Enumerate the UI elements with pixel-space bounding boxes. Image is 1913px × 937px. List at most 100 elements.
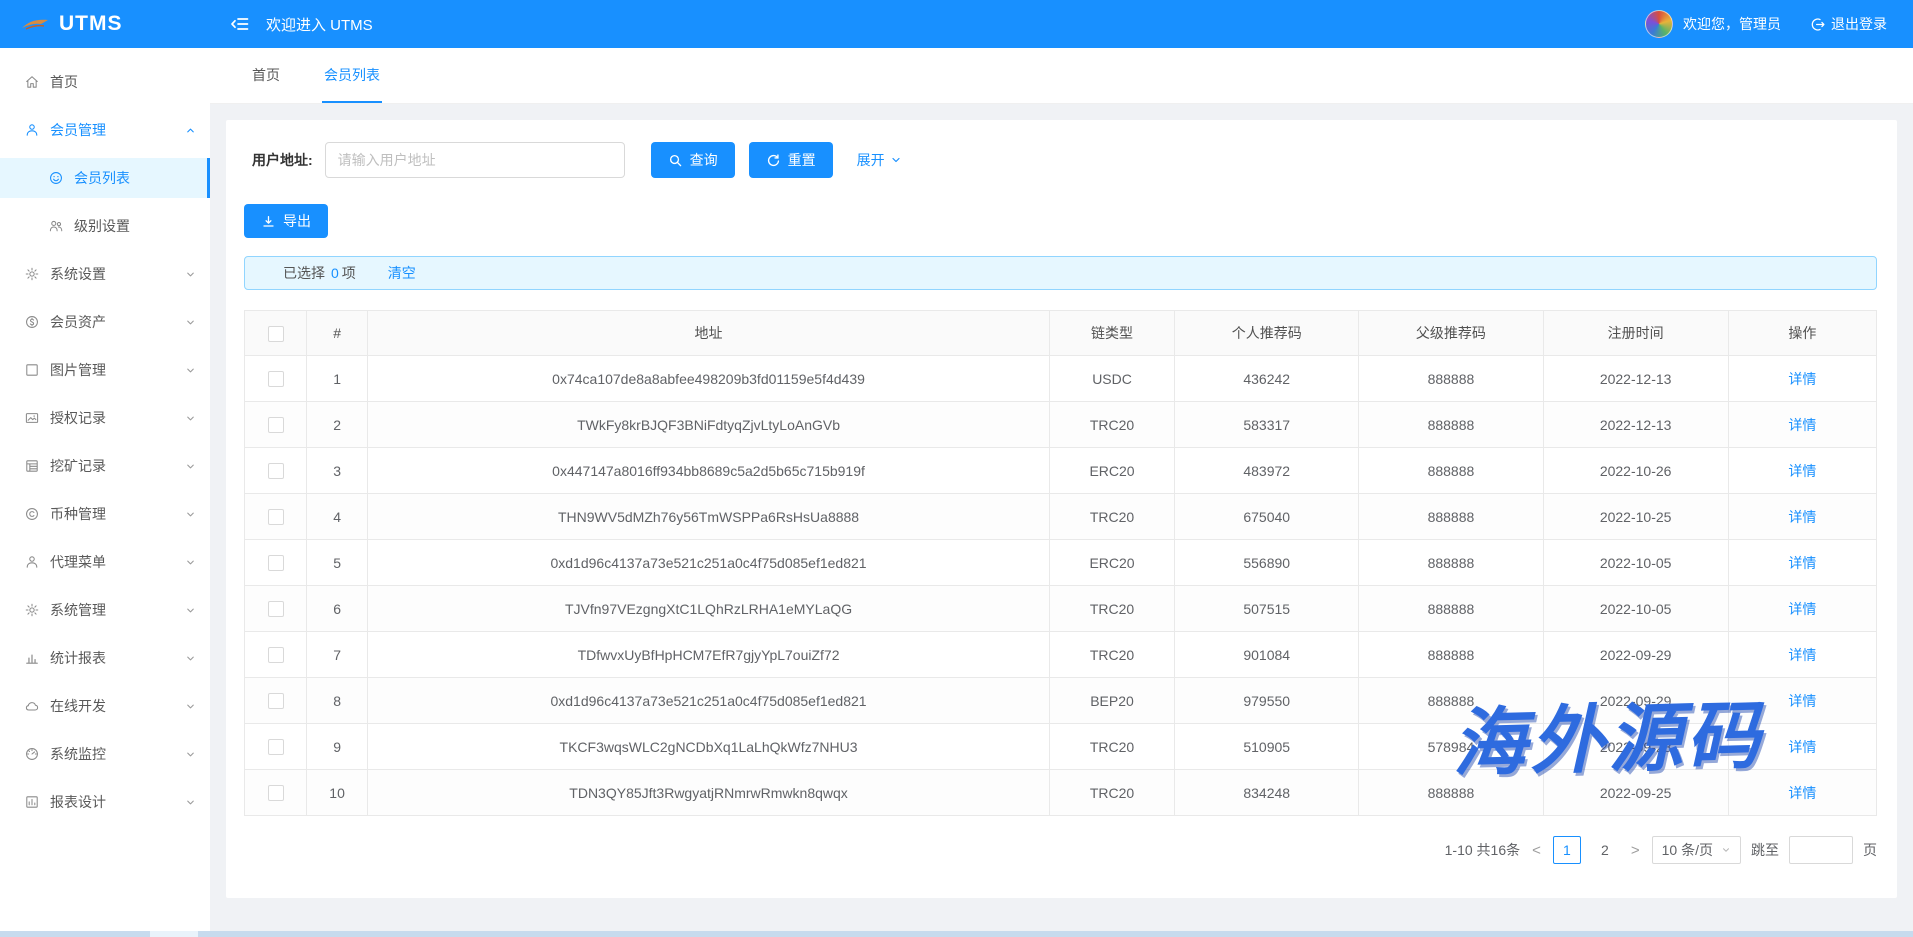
row-address: 0xd1d96c4137a73e521c251a0c4f75d085ef1ed8…: [368, 540, 1050, 586]
detail-link[interactable]: 详情: [1788, 785, 1816, 801]
sidebar-item-agent-menu[interactable]: 代理菜单: [0, 542, 210, 582]
address-input[interactable]: [325, 142, 625, 178]
sidebar-item-label: 币种管理: [50, 504, 175, 524]
chevron-down-icon: [185, 317, 196, 328]
search-button[interactable]: 查询: [651, 142, 735, 178]
row-chain: TRC20: [1049, 724, 1174, 770]
expand-link[interactable]: 展开: [857, 150, 902, 170]
clear-selection-link[interactable]: 清空: [388, 263, 416, 283]
content-area: 用户地址: 查询 重置 展开: [210, 104, 1913, 937]
sidebar-item-mining-records[interactable]: 挖矿记录: [0, 446, 210, 486]
page-2-button[interactable]: 2: [1591, 836, 1619, 864]
chevron-down-icon: [185, 269, 196, 280]
detail-link[interactable]: 详情: [1788, 371, 1816, 387]
detail-link[interactable]: 详情: [1788, 601, 1816, 617]
copyright-icon: [24, 506, 40, 522]
row-address: 0xd1d96c4137a73e521c251a0c4f75d085ef1ed8…: [368, 678, 1050, 724]
table-row: 2 TWkFy8krBJQF3BNiFdtyqZjvLtyLoAnGVb TRC…: [245, 402, 1877, 448]
detail-link[interactable]: 详情: [1788, 555, 1816, 571]
row-parent-code: 888888: [1359, 402, 1543, 448]
detail-link[interactable]: 详情: [1788, 693, 1816, 709]
scrollbar-thumb[interactable]: [150, 931, 198, 937]
dollar-circle-icon: [24, 314, 40, 330]
sidebar-item-report-design[interactable]: 报表设计: [0, 782, 210, 822]
export-button[interactable]: 导出: [244, 204, 328, 238]
detail-link[interactable]: 详情: [1788, 463, 1816, 479]
select-all-checkbox[interactable]: [268, 326, 284, 342]
picture-icon: [24, 410, 40, 426]
gear-icon: [24, 602, 40, 618]
prev-page-button[interactable]: <: [1530, 842, 1543, 859]
row-index: 2: [307, 402, 368, 448]
welcome-text: 欢迎进入 UTMS: [266, 14, 373, 35]
row-parent-code: 578984: [1359, 724, 1543, 770]
sidebar-item-online-dev[interactable]: 在线开发: [0, 686, 210, 726]
sidebar-item-label: 首页: [50, 72, 196, 92]
detail-link[interactable]: 详情: [1788, 417, 1816, 433]
row-checkbox[interactable]: [268, 739, 284, 755]
row-checkbox[interactable]: [268, 693, 284, 709]
row-code: 507515: [1175, 586, 1359, 632]
tab-member-list[interactable]: 会员列表: [322, 48, 382, 103]
sidebar-item-level-setting[interactable]: 级别设置: [0, 206, 210, 246]
sidebar-item-stats-report[interactable]: 统计报表: [0, 638, 210, 678]
detail-link[interactable]: 详情: [1788, 739, 1816, 755]
row-code: 556890: [1175, 540, 1359, 586]
row-checkbox[interactable]: [268, 463, 284, 479]
user-greeting: 欢迎您，管理员: [1683, 14, 1781, 34]
row-checkbox[interactable]: [268, 417, 284, 433]
topbar-right: 欢迎您，管理员 退出登录: [1645, 10, 1913, 38]
next-page-button[interactable]: >: [1629, 842, 1642, 859]
sidebar-item-member-list[interactable]: 会员列表: [0, 158, 210, 198]
row-address: THN9WV5dMZh76y56TmWSPPa6RsHsUa8888: [368, 494, 1050, 540]
table-row: 10 TDN3QY85Jft3RwgyatjRNmrwRmwkn8qwqx TR…: [245, 770, 1877, 816]
reset-button[interactable]: 重置: [749, 142, 833, 178]
row-checkbox[interactable]: [268, 555, 284, 571]
sidebar-item-home[interactable]: 首页: [0, 62, 210, 102]
row-chain: ERC20: [1049, 540, 1174, 586]
row-select-cell: [245, 678, 307, 724]
sidebar-item-system-setting[interactable]: 系统设置: [0, 254, 210, 294]
main-area: 首页 会员列表 用户地址: 查询 重置: [210, 48, 1913, 937]
users-icon: [48, 218, 64, 234]
row-checkbox[interactable]: [268, 371, 284, 387]
detail-link[interactable]: 详情: [1788, 647, 1816, 663]
smile-icon: [48, 170, 64, 186]
row-address: 0x447147a8016ff934bb8689c5a2d5b65c715b91…: [368, 448, 1050, 494]
row-address: TDfwvxUyBfHpHCM7EfR7gjyYpL7ouiZf72: [368, 632, 1050, 678]
row-code: 436242: [1175, 356, 1359, 402]
row-select-cell: [245, 448, 307, 494]
sidebar-item-auth-records[interactable]: 授权记录: [0, 398, 210, 438]
col-code: 个人推荐码: [1175, 311, 1359, 356]
sidebar-item-member-assets[interactable]: 会员资产: [0, 302, 210, 342]
sidebar-collapse-icon[interactable]: [230, 14, 250, 34]
sidebar-item-system-mgmt[interactable]: 系统管理: [0, 590, 210, 630]
page-size-select[interactable]: 10 条/页: [1652, 836, 1741, 864]
row-checkbox[interactable]: [268, 785, 284, 801]
tab-home[interactable]: 首页: [250, 48, 282, 103]
row-checkbox[interactable]: [268, 647, 284, 663]
logout-button[interactable]: 退出登录: [1809, 14, 1887, 34]
sidebar-item-coin-mgmt[interactable]: 币种管理: [0, 494, 210, 534]
filter-row: 用户地址: 查询 重置 展开: [244, 142, 1877, 178]
col-date: 注册时间: [1543, 311, 1728, 356]
row-address: TKCF3wqsWLC2gNCDbXq1LaLhQkWfz7NHU3: [368, 724, 1050, 770]
horizontal-scrollbar[interactable]: [0, 931, 1913, 937]
sidebar-item-system-monitor[interactable]: 系统监控: [0, 734, 210, 774]
sidebar-item-member-mgmt[interactable]: 会员管理: [0, 110, 210, 150]
logo-area: UTMS: [0, 12, 210, 36]
row-checkbox[interactable]: [268, 509, 284, 525]
jump-page-input[interactable]: [1789, 836, 1853, 864]
chevron-down-icon: [185, 461, 196, 472]
sidebar-item-image-mgmt[interactable]: 图片管理: [0, 350, 210, 390]
page-1-button[interactable]: 1: [1553, 836, 1581, 864]
avatar[interactable]: [1645, 10, 1673, 38]
row-parent-code: 888888: [1359, 770, 1543, 816]
row-index: 10: [307, 770, 368, 816]
sidebar-item-label: 挖矿记录: [50, 456, 175, 476]
row-checkbox[interactable]: [268, 601, 284, 617]
row-chain: TRC20: [1049, 402, 1174, 448]
row-index: 8: [307, 678, 368, 724]
row-address: TWkFy8krBJQF3BNiFdtyqZjvLtyLoAnGVb: [368, 402, 1050, 448]
detail-link[interactable]: 详情: [1788, 509, 1816, 525]
